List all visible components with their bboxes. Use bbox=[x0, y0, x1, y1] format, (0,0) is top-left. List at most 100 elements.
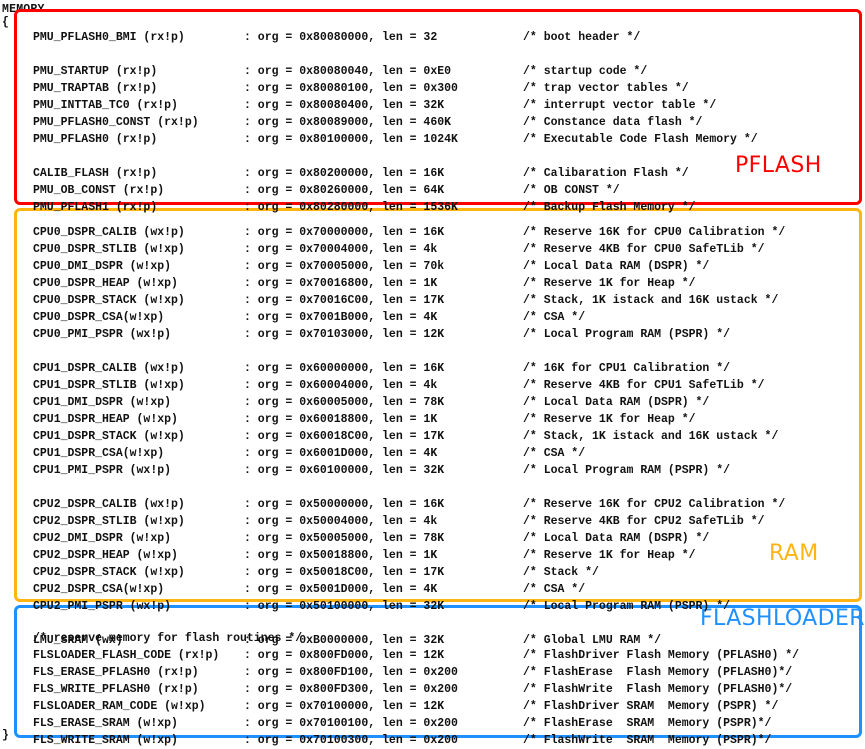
memory-entry-name: CPU1_DSPR_CSA(w!xp) bbox=[33, 447, 165, 460]
memory-entry-comment: /* FlashErase SRAM Memory (PSPR)*/ bbox=[523, 717, 772, 730]
memory-entry-origin-length: : org = 0x7001B000, len = 4K bbox=[244, 311, 438, 324]
memory-entry-comment: /* FlashDriver SRAM Memory (PSPR) */ bbox=[523, 700, 779, 713]
memory-entry-comment: /* trap vector tables */ bbox=[523, 82, 689, 95]
memory-entry-origin-length: : org = 0x70103000, len = 12K bbox=[244, 328, 445, 341]
memory-entry-name: CPU1_DSPR_STLIB (w!xp) bbox=[33, 379, 185, 392]
memory-entry-name: CPU0_DSPR_CSA(w!xp) bbox=[33, 311, 165, 324]
memory-entry-origin-length: : org = 0x800FD000, len = 12K bbox=[244, 649, 445, 662]
memory-entry-name: FLSLOADER_RAM_CODE (w!xp) bbox=[33, 700, 206, 713]
memory-entry-comment: /* Stack, 1K istack and 16K ustack */ bbox=[523, 294, 779, 307]
memory-entry-origin-length: : org = 0x70100100, len = 0x200 bbox=[244, 717, 458, 730]
memory-entry-origin-length: : org = 0x50100000, len = 32K bbox=[244, 600, 445, 613]
memory-entry-name: CPU0_DSPR_STACK (w!xp) bbox=[33, 294, 185, 307]
memory-entry-name: PMU_INTTAB_TC0 (rx!p) bbox=[33, 99, 178, 112]
memory-entry-comment: /* Constance data flash */ bbox=[523, 116, 703, 129]
memory-entry-origin-length: : org = 0x80080000, len = 32 bbox=[244, 31, 438, 44]
memory-entry-name: CPU1_PMI_PSPR (wx!p) bbox=[33, 464, 172, 477]
memory-entry-origin-length: : org = 0x60005000, len = 78K bbox=[244, 396, 445, 409]
linker-script-memory-block: MEMORY { } PFLASH RAM FLASHLOADER PMU_PF… bbox=[0, 0, 865, 748]
memory-entry-comment: /* FlashWrite SRAM Memory (PSPR)*/ bbox=[523, 734, 772, 747]
memory-entry-origin-length: : org = 0x80260000, len = 64K bbox=[244, 184, 445, 197]
memory-entry-comment: /* CSA */ bbox=[523, 583, 586, 596]
memory-entry-origin-length: : org = 0x80080400, len = 32K bbox=[244, 99, 445, 112]
memory-entry-origin-length: : org = 0x60018800, len = 1K bbox=[244, 413, 438, 426]
memory-entry-name: FLS_WRITE_PFLASH0 (rx!p) bbox=[33, 683, 199, 696]
memory-entry-name: CPU0_DSPR_CALIB (wx!p) bbox=[33, 226, 185, 239]
memory-entry-name: CPU2_DSPR_STLIB (w!xp) bbox=[33, 515, 185, 528]
memory-entry-name: PMU_PFLASH0_BMI (rx!p) bbox=[33, 31, 185, 44]
memory-entry-comment: /* Local Data RAM (DSPR) */ bbox=[523, 260, 710, 273]
memory-entry-name: CPU1_DMI_DSPR (w!xp) bbox=[33, 396, 172, 409]
memory-entry-name: FLSLOADER_FLASH_CODE (rx!p) bbox=[33, 649, 220, 662]
memory-entry-origin-length: : org = 0x60004000, len = 4k bbox=[244, 379, 438, 392]
memory-entry-origin-length: : org = 0x5001D000, len = 4K bbox=[244, 583, 438, 596]
memory-entry-origin-length: : org = 0x6001D000, len = 4K bbox=[244, 447, 438, 460]
memory-entry-name: CALIB_FLASH (rx!p) bbox=[33, 167, 158, 180]
memory-entry-name: FLS_ERASE_PFLASH0 (rx!p) bbox=[33, 666, 199, 679]
memory-entry-origin-length: : org = 0x80080100, len = 0x300 bbox=[244, 82, 458, 95]
memory-entry-origin-length: : org = 0x80200000, len = 16K bbox=[244, 167, 445, 180]
memory-entry-name: PMU_OB_CONST (rx!p) bbox=[33, 184, 165, 197]
memory-entry-comment: /* Reserve 1K for Heap */ bbox=[523, 277, 696, 290]
memory-entry-origin-length: : org = 0x60100000, len = 32K bbox=[244, 464, 445, 477]
memory-entry-comment: /* interrupt vector table */ bbox=[523, 99, 717, 112]
memory-entry-name: CPU0_DMI_DSPR (w!xp) bbox=[33, 260, 172, 273]
memory-entry-comment: /* Reserve 4KB for CPU1 SafeTLib */ bbox=[523, 379, 765, 392]
memory-entry-comment-only: /* reserve memory for flash routines */ bbox=[33, 632, 303, 645]
memory-entry-name: CPU0_PMI_PSPR (wx!p) bbox=[33, 328, 172, 341]
memory-entry-name: CPU1_DSPR_HEAP (w!xp) bbox=[33, 413, 178, 426]
memory-entry-origin-length: : org = 0x80089000, len = 460K bbox=[244, 116, 452, 129]
memory-entry-origin-length: : org = 0x800FD300, len = 0x200 bbox=[244, 683, 458, 696]
memory-entry-comment: /* OB CONST */ bbox=[523, 184, 620, 197]
memory-entry-name: CPU0_DSPR_STLIB (w!xp) bbox=[33, 243, 185, 256]
memory-entry-origin-length: : org = 0x70016C00, len = 17K bbox=[244, 294, 445, 307]
memory-entry-name: FLS_ERASE_SRAM (w!xp) bbox=[33, 717, 178, 730]
memory-entry-comment: /* Local Program RAM (PSPR) */ bbox=[523, 328, 731, 341]
memory-entry-comment: /* CSA */ bbox=[523, 311, 586, 324]
memory-entry-origin-length: : org = 0x80080040, len = 0xE0 bbox=[244, 65, 452, 78]
memory-entry-origin-length: : org = 0x50005000, len = 78K bbox=[244, 532, 445, 545]
memory-entry-name: CPU2_DSPR_CALIB (wx!p) bbox=[33, 498, 185, 511]
memory-entry-comment: /* Local Program RAM (PSPR) */ bbox=[523, 464, 731, 477]
memory-entry-name: PMU_TRAPTAB (rx!p) bbox=[33, 82, 158, 95]
memory-entry-comment: /* startup code */ bbox=[523, 65, 648, 78]
memory-entry-name: PMU_PFLASH0_CONST (rx!p) bbox=[33, 116, 199, 129]
memory-entry-origin-length: : org = 0x80280000, len = 1536K bbox=[244, 201, 458, 214]
memory-entry-comment: /* Local Data RAM (DSPR) */ bbox=[523, 396, 710, 409]
memory-entry-origin-length: : org = 0x50000000, len = 16K bbox=[244, 498, 445, 511]
memory-entry-comment: /* Reserve 16K for CPU0 Calibration */ bbox=[523, 226, 786, 239]
memory-entry-origin-length: : org = 0x60018C00, len = 17K bbox=[244, 430, 445, 443]
memory-entry-comment: /* FlashErase Flash Memory (PFLASH0)*/ bbox=[523, 666, 793, 679]
memory-entry-origin-length: : org = 0x50004000, len = 4k bbox=[244, 515, 438, 528]
memory-entry-comment: /* FlashDriver Flash Memory (PFLASH0) */ bbox=[523, 649, 800, 662]
memory-entry-comment: /* Reserve 1K for Heap */ bbox=[523, 549, 696, 562]
memory-entry-comment: /* Local Data RAM (DSPR) */ bbox=[523, 532, 710, 545]
memory-entry-comment: /* CSA */ bbox=[523, 447, 586, 460]
memory-entry-name: CPU1_DSPR_STACK (w!xp) bbox=[33, 430, 185, 443]
memory-entry-origin-length: : org = 0x70004000, len = 4k bbox=[244, 243, 438, 256]
memory-entry-comment: /* Stack */ bbox=[523, 566, 599, 579]
memory-entry-origin-length: : org = 0x70100300, len = 0x200 bbox=[244, 734, 458, 747]
memory-entry-name: PMU_PFLASH1 (rx!p) bbox=[33, 201, 158, 214]
memory-entry-origin-length: : org = 0x80100000, len = 1024K bbox=[244, 133, 458, 146]
memory-entry-comment: /* Reserve 4KB for CPU0 SafeTLib */ bbox=[523, 243, 765, 256]
memory-entry-name: CPU2_DSPR_CSA(w!xp) bbox=[33, 583, 165, 596]
memory-entry-comment: /* Local Program RAM (PSPR) */ bbox=[523, 600, 731, 613]
memory-entry-name: CPU2_PMI_PSPR (wx!p) bbox=[33, 600, 172, 613]
memory-entry-comment: /* Calibaration Flash */ bbox=[523, 167, 689, 180]
memory-entry-origin-length: : org = 0x60000000, len = 16K bbox=[244, 362, 445, 375]
memory-entry-comment: /* Reserve 1K for Heap */ bbox=[523, 413, 696, 426]
memory-entry-name: CPU2_DMI_DSPR (w!xp) bbox=[33, 532, 172, 545]
memory-entry-origin-length: : org = 0x50018800, len = 1K bbox=[244, 549, 438, 562]
memory-entry-comment: /* FlashWrite Flash Memory (PFLASH0)*/ bbox=[523, 683, 793, 696]
memory-entry-lines: PMU_PFLASH0_BMI (rx!p) : org = 0x80080000… bbox=[0, 0, 865, 748]
memory-entry-name: PMU_STARTUP (rx!p) bbox=[33, 65, 158, 78]
memory-entry-comment: /* boot header */ bbox=[523, 31, 641, 44]
memory-entry-origin-length: : org = 0x70005000, len = 70k bbox=[244, 260, 445, 273]
memory-entry-comment: /* Executable Code Flash Memory */ bbox=[523, 133, 758, 146]
memory-entry-comment: /* Backup Flash Memory */ bbox=[523, 201, 696, 214]
memory-entry-origin-length: : org = 0x800FD100, len = 0x200 bbox=[244, 666, 458, 679]
memory-entry-origin-length: : org = 0x70016800, len = 1K bbox=[244, 277, 438, 290]
memory-entry-name: CPU2_DSPR_STACK (w!xp) bbox=[33, 566, 185, 579]
memory-entry-comment: /* Reserve 4KB for CPU2 SafeTLib */ bbox=[523, 515, 765, 528]
